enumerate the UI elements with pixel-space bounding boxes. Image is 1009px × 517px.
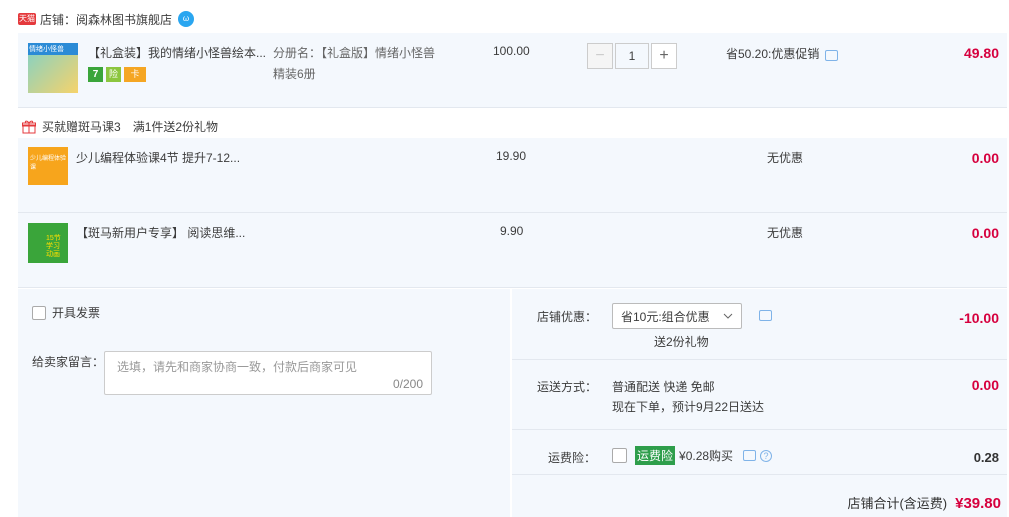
- order-summary-panel: 店铺优惠： 省10元:组合优惠 送2份礼物 -10.00 运送方式： 普通配送 …: [512, 289, 1007, 517]
- divider: [512, 359, 1007, 360]
- discount-select[interactable]: 省10元:组合优惠: [612, 303, 742, 329]
- insurance-icon: 险: [106, 67, 121, 82]
- unit-price: 100.00: [493, 44, 530, 58]
- comment-icon[interactable]: [825, 50, 839, 61]
- gift-price: 9.90: [500, 224, 524, 238]
- comment-icon[interactable]: [759, 310, 772, 321]
- discount-label: 店铺优惠：: [537, 310, 598, 324]
- divider: [512, 429, 1007, 430]
- sku-line-2: 精装6册: [273, 67, 316, 81]
- cart-item-row: 情绪小怪兽 【礼盒装】我的情绪小怪兽绘本... 7 险 卡 分册名：【礼盒版】情…: [18, 33, 1007, 108]
- chevron-down-icon: [723, 313, 733, 319]
- shop-total: 店铺合计(含运费) ¥39.80: [847, 493, 1001, 512]
- sku-line-1: 分册名：【礼盒版】情绪小怪兽: [273, 46, 436, 60]
- promo-info: 省50.20:优惠促销: [726, 45, 839, 62]
- message-label: 给卖家留言：: [32, 355, 105, 369]
- tmall-badge: 天猫: [18, 13, 36, 25]
- gift-subtotal: 0.00: [971, 150, 999, 166]
- promo-text: 省50.20:优惠促销: [726, 47, 820, 61]
- insurance-option: 运费险 ¥0.28购买 ?: [612, 446, 773, 465]
- shipping-method: 普通配送 快递 免邮: [612, 380, 715, 394]
- insurance-amount: 0.28: [973, 450, 999, 465]
- message-counter: 0/200: [392, 377, 423, 391]
- shipping-amount: 0.00: [971, 377, 999, 393]
- insurance-checkbox[interactable]: [612, 448, 627, 463]
- 7day-return-icon: 7: [88, 67, 103, 82]
- invoice-option: 开具发票: [32, 304, 100, 321]
- gift-item-row: 15节 学习 动画 【斑马新用户专享】 阅读思维... 9.90 无优惠 0.0…: [18, 213, 1007, 288]
- increase-button[interactable]: +: [651, 43, 677, 69]
- divider: [512, 474, 1007, 475]
- invoice-checkbox[interactable]: [32, 305, 46, 320]
- product-title[interactable]: 【礼盒装】我的情绪小怪兽绘本...: [88, 44, 266, 61]
- gift-note: 满1件送2份礼物: [132, 120, 219, 134]
- discount-selected: 省10元:组合优惠: [621, 309, 710, 324]
- gift-subtotal: 0.00: [971, 225, 999, 241]
- quantity-stepper: − 1 +: [587, 43, 677, 69]
- service-badges: 7 险 卡: [88, 67, 146, 82]
- total-amount: ¥39.80: [955, 495, 1001, 512]
- insurance-label: 运费险：: [548, 451, 597, 465]
- gift-promo: 无优惠: [767, 151, 804, 165]
- quantity-input[interactable]: 1: [615, 43, 649, 69]
- shop-header: 天猫 店铺：阅森林图书旗舰店 ω: [18, 10, 195, 28]
- gift-price: 19.90: [496, 149, 527, 163]
- message-placeholder: 选填，请先和商家协商一致，付款后商家可见: [117, 360, 358, 374]
- gift-title[interactable]: 【斑马新用户专享】 阅读思维...: [76, 224, 245, 241]
- gift-icon: [22, 120, 36, 133]
- insurance-price: ¥0.28购买: [679, 449, 734, 463]
- gift-image[interactable]: 少儿编程体验课: [28, 147, 68, 185]
- gift-title[interactable]: 少儿编程体验课4节 提升7-12...: [76, 149, 240, 166]
- discount-amount: -10.00: [959, 310, 999, 326]
- gift-promo: 无优惠: [767, 226, 804, 240]
- decrease-button[interactable]: −: [587, 43, 613, 69]
- message-textarea[interactable]: 选填，请先和商家协商一致，付款后商家可见 0/200: [104, 351, 432, 395]
- gift-header: 买就赠斑马课3 满1件送2份礼物: [22, 118, 218, 135]
- product-image[interactable]: 情绪小怪兽: [28, 43, 78, 93]
- shipping-eta: 现在下单，预计9月22日送达: [612, 400, 765, 414]
- item-subtotal: 49.80: [963, 45, 999, 61]
- comment-icon[interactable]: [743, 450, 757, 461]
- card-icon: 卡: [124, 67, 146, 82]
- shipping-label: 运送方式：: [537, 380, 598, 394]
- order-options-panel: 开具发票 给卖家留言： 选填，请先和商家协商一致，付款后商家可见 0/200: [18, 289, 510, 517]
- chat-icon[interactable]: ω: [178, 11, 195, 27]
- gift-title: 买就赠斑马课3: [42, 120, 121, 134]
- gift-item-row: 少儿编程体验课 少儿编程体验课4节 提升7-12... 19.90 无优惠 0.…: [18, 138, 1007, 213]
- discount-sub: 送2份礼物: [654, 335, 709, 349]
- total-label: 店铺合计(含运费): [847, 496, 948, 511]
- shop-name[interactable]: 店铺：阅森林图书旗舰店: [40, 11, 172, 28]
- help-icon[interactable]: ?: [760, 449, 773, 462]
- gift-image[interactable]: 15节 学习 动画: [28, 223, 68, 263]
- invoice-label[interactable]: 开具发票: [52, 304, 100, 321]
- insurance-tag: 运费险: [635, 446, 676, 465]
